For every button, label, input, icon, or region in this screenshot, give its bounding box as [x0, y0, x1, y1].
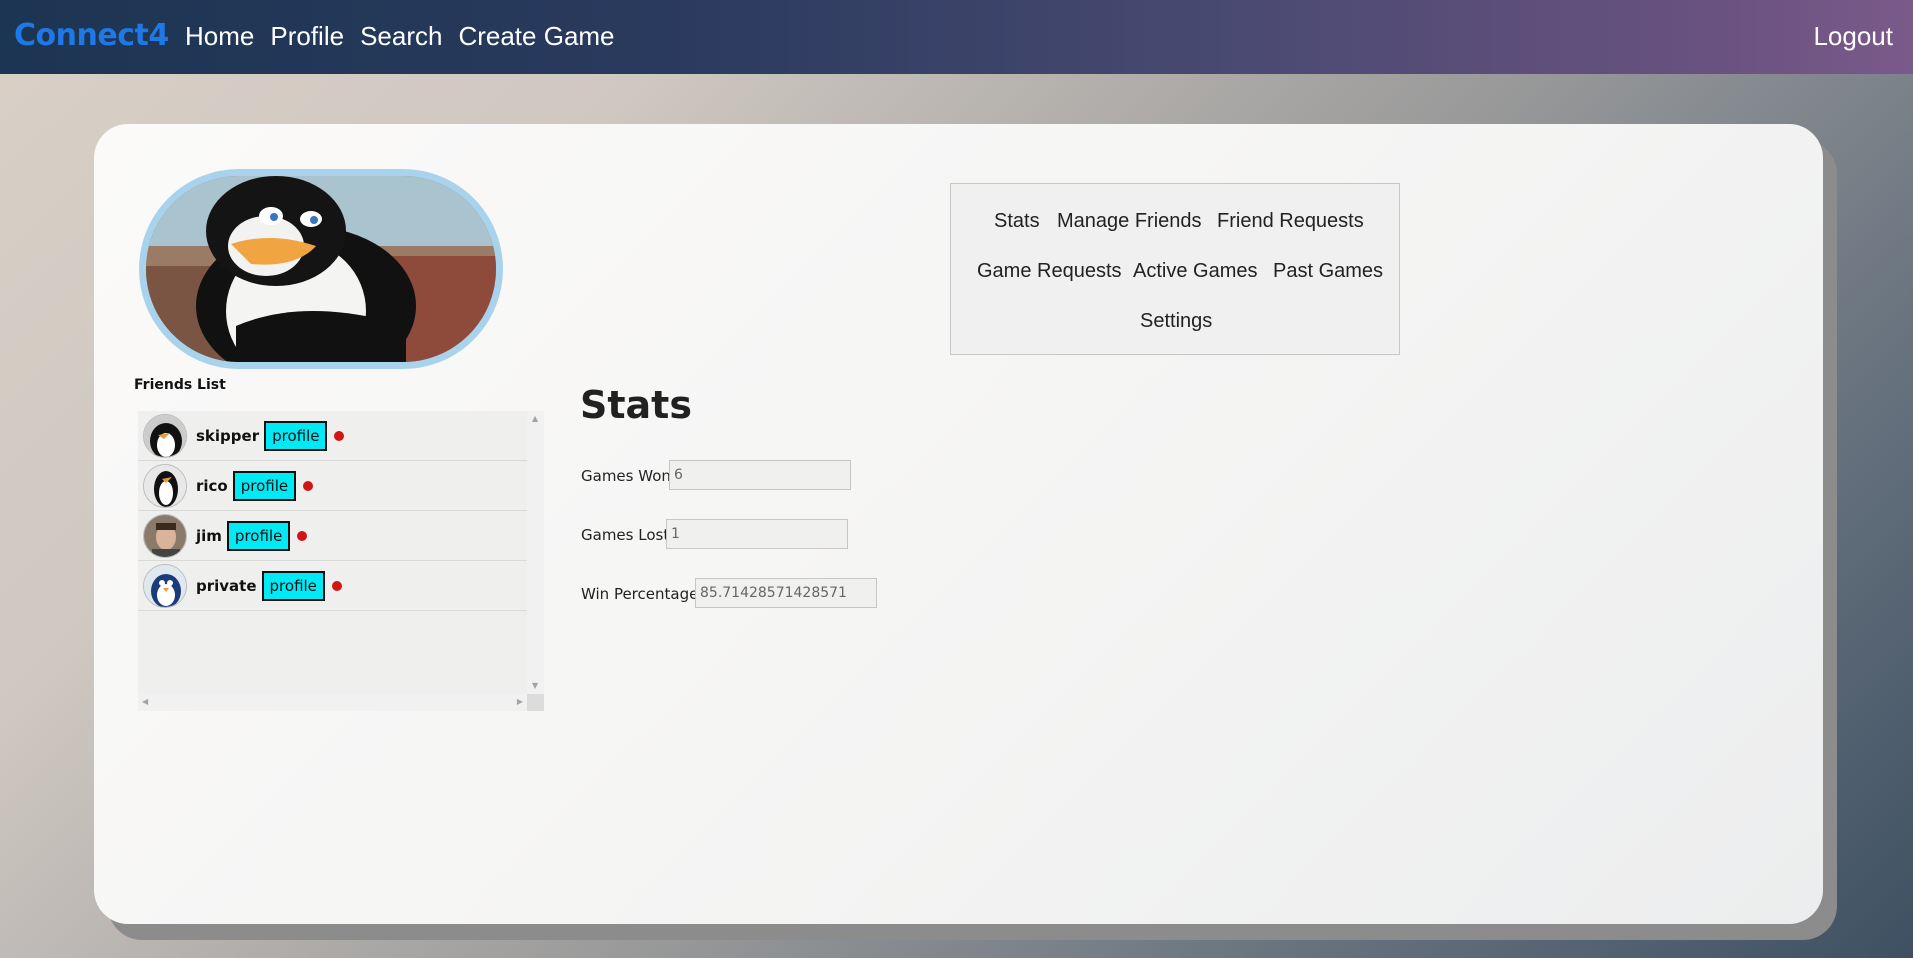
scroll-left-icon[interactable]: ◀: [142, 698, 148, 706]
friends-list[interactable]: skipper profile rico profile jim profile…: [138, 411, 544, 711]
top-navbar: Connect4 Home Profile Search Create Game…: [0, 0, 1913, 74]
vertical-scrollbar[interactable]: ▲ ▼: [527, 411, 544, 694]
friend-avatar: [143, 563, 187, 608]
friend-name: jim: [196, 526, 222, 545]
tab-stats[interactable]: Stats: [994, 210, 1040, 233]
tab-manage-friends[interactable]: Manage Friends: [1057, 210, 1202, 233]
status-dot: [331, 580, 342, 591]
nav-profile-link[interactable]: Profile: [270, 21, 344, 52]
tab-game-requests[interactable]: Game Requests: [977, 260, 1122, 283]
friend-avatar: [143, 463, 187, 508]
nav-search-link[interactable]: Search: [360, 21, 442, 52]
scroll-right-icon[interactable]: ▶: [517, 698, 523, 706]
friend-name: private: [196, 576, 257, 595]
profile-avatar: [139, 169, 503, 369]
nav-home-link[interactable]: Home: [185, 21, 254, 52]
penguin-avatar-image: [146, 176, 496, 362]
friend-profile-button[interactable]: profile: [261, 570, 325, 601]
friend-profile-button[interactable]: profile: [226, 520, 291, 551]
scroll-corner: [527, 694, 544, 711]
win-percentage-field[interactable]: [695, 578, 877, 608]
friend-profile-button[interactable]: profile: [232, 470, 297, 501]
friend-profile-button[interactable]: profile: [264, 420, 328, 451]
games-won-label: Games Won:: [581, 467, 676, 485]
scroll-up-icon[interactable]: ▲: [532, 415, 538, 423]
tab-active-games[interactable]: Active Games: [1133, 260, 1257, 283]
tab-settings[interactable]: Settings: [1140, 310, 1212, 333]
friend-avatar: [143, 413, 187, 458]
profile-tabs-menu: Stats Manage Friends Friend Requests Gam…: [950, 183, 1400, 355]
status-dot: [297, 530, 308, 541]
nav-create-game-link[interactable]: Create Game: [458, 21, 614, 52]
games-lost-label: Games Lost:: [581, 526, 675, 544]
friend-row-jim: jim profile: [138, 511, 527, 561]
friend-row-private: private profile: [138, 561, 527, 611]
scroll-down-icon[interactable]: ▼: [532, 682, 538, 690]
friend-row-skipper: skipper profile: [138, 411, 527, 461]
nav-links: Home Profile Search Create Game: [185, 21, 615, 52]
games-won-field[interactable]: [669, 460, 851, 490]
tab-friend-requests[interactable]: Friend Requests: [1217, 210, 1364, 233]
stats-heading: Stats: [580, 383, 692, 427]
games-lost-field[interactable]: [666, 519, 848, 549]
friend-avatar: [143, 513, 187, 558]
logout-link[interactable]: Logout: [1813, 21, 1893, 52]
horizontal-scrollbar[interactable]: ◀ ▶: [138, 694, 527, 711]
win-percentage-label: Win Percentage:: [581, 585, 704, 603]
friend-name: skipper: [196, 426, 260, 445]
status-dot: [334, 430, 345, 441]
status-dot: [303, 480, 314, 491]
brand-logo[interactable]: Connect4: [14, 18, 169, 53]
friends-list-title: Friends List: [134, 377, 226, 393]
friend-name: rico: [196, 476, 228, 495]
friend-row-rico: rico profile: [138, 461, 527, 511]
tab-past-games[interactable]: Past Games: [1273, 260, 1383, 283]
